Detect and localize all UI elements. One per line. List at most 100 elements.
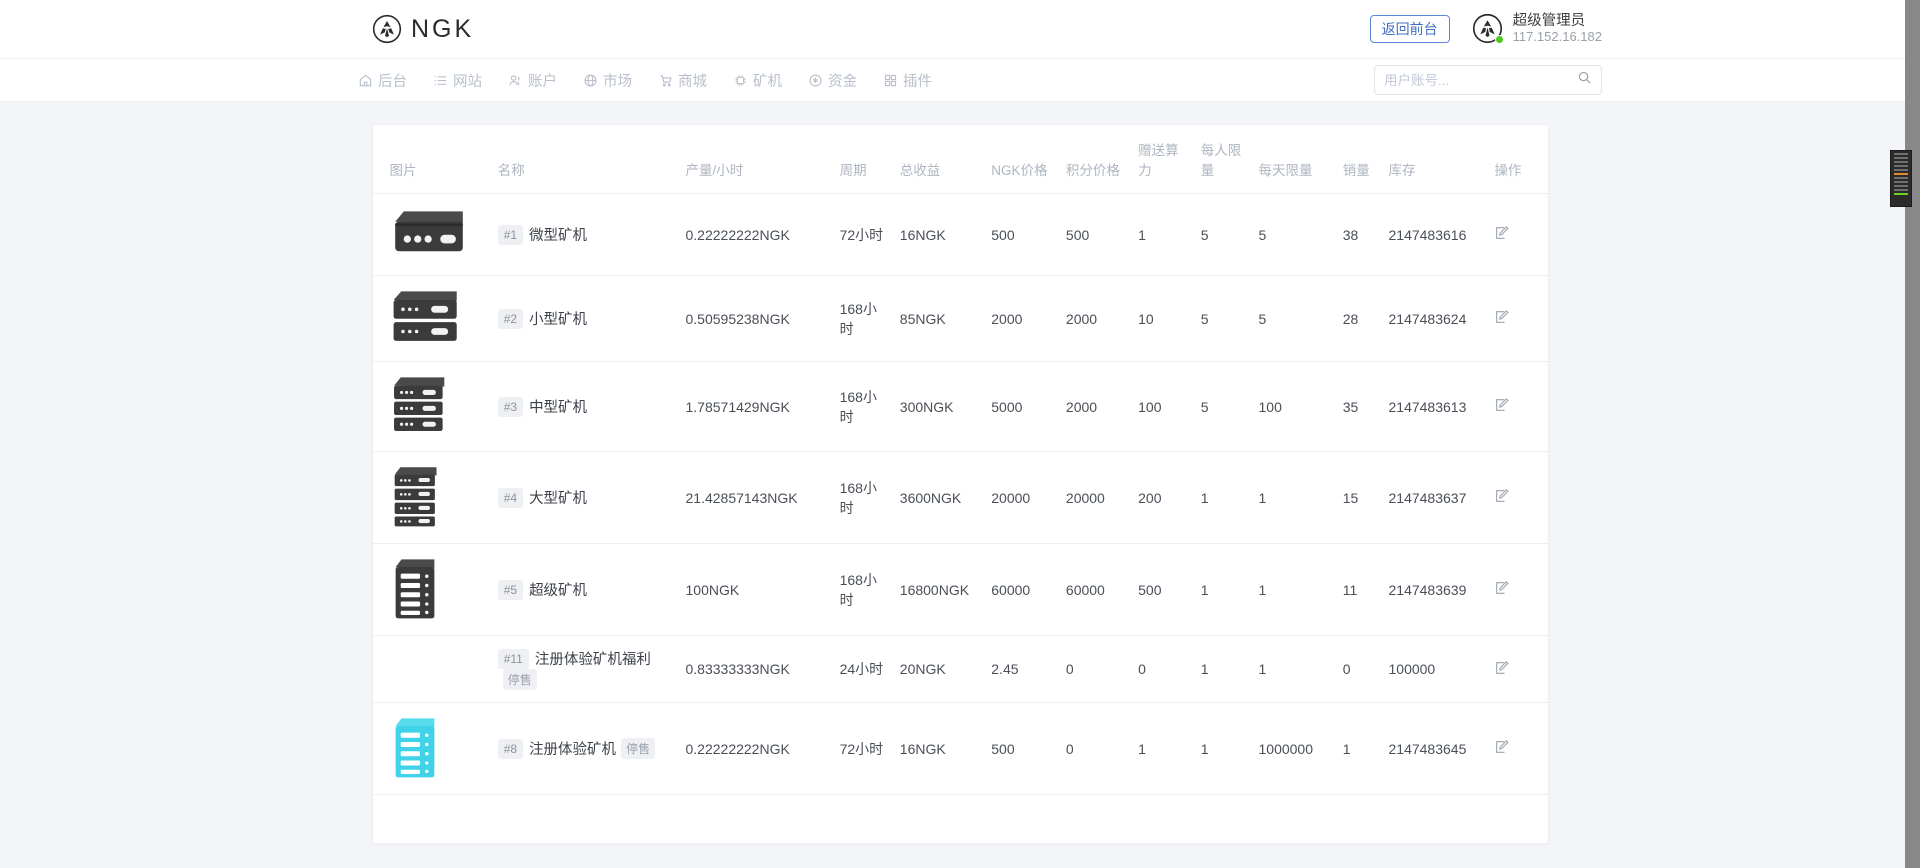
- globe-icon: [583, 73, 598, 88]
- cell-rate: 0.83333333NGK: [686, 636, 840, 703]
- cell-total-income: 16NGK: [900, 703, 991, 795]
- cell-limit-per-person: 1: [1201, 636, 1259, 703]
- minimap-line: [1894, 189, 1908, 191]
- cell-stock: 2147483637: [1389, 452, 1495, 544]
- nav-label: 资金: [828, 70, 857, 91]
- page-scrollbar-thumb[interactable]: [1905, 0, 1920, 868]
- avatar[interactable]: [1472, 13, 1503, 44]
- search-box[interactable]: [1374, 65, 1602, 95]
- nav-label: 账户: [528, 70, 557, 91]
- cell-limit-per-day: 100: [1259, 362, 1343, 452]
- minimap-line: [1894, 185, 1908, 187]
- cell-bonus-power: 0: [1138, 636, 1201, 703]
- user-name: 超级管理员: [1513, 13, 1602, 30]
- miner-id-badge: #5: [498, 580, 523, 600]
- top-header-bar: NGK 返回前台 超级管理员 117.152.16.182: [0, 0, 1920, 58]
- col-header-bonus-power: 赠送算力: [1138, 125, 1201, 194]
- edit-button[interactable]: [1494, 739, 1510, 758]
- miner-3u: [390, 423, 450, 439]
- table-row: #1微型矿机 0.22222222NGK72小时16NGK50050015538…: [373, 194, 1548, 276]
- cell-limit-per-day: 5: [1259, 276, 1343, 362]
- cell-bonus-power: 10: [1138, 276, 1201, 362]
- nav-item-plugins[interactable]: 插件: [883, 70, 932, 91]
- col-header-points-price: 积分价格: [1066, 125, 1138, 194]
- minimap-line: [1894, 157, 1908, 159]
- nav-items: 后台 网站 账户: [358, 70, 932, 91]
- miner-list-card: 图片 名称 产量/小时 周期 总收益 NGK价格 积分价格 赠送算力 每人限量 …: [372, 124, 1549, 844]
- cell-stock: 2147483645: [1389, 703, 1495, 795]
- grid-icon: [883, 73, 898, 88]
- code-minimap-overlay[interactable]: [1890, 150, 1912, 207]
- coin-icon: [808, 73, 823, 88]
- cell-limit-per-person: 5: [1201, 276, 1259, 362]
- header-right-group: 返回前台 超级管理员 117.152.16.182: [1370, 0, 1602, 58]
- cell-name: #11注册体验矿机福利停售: [498, 636, 686, 703]
- back-to-frontend-button[interactable]: 返回前台: [1370, 15, 1450, 43]
- cell-limit-per-person: 5: [1201, 362, 1259, 452]
- col-header-stock: 库存: [1389, 125, 1495, 194]
- cell-image: [373, 362, 498, 452]
- cell-total-income: 85NGK: [900, 276, 991, 362]
- col-header-action: 操作: [1494, 125, 1547, 194]
- nav-item-account[interactable]: 账户: [508, 70, 557, 91]
- nav-item-shop[interactable]: 商城: [658, 70, 707, 91]
- edit-button[interactable]: [1494, 309, 1510, 328]
- cell-action: [1494, 544, 1547, 636]
- col-header-ngk-price: NGK价格: [991, 125, 1066, 194]
- cell-action: [1494, 362, 1547, 452]
- cell-stock: 2147483624: [1389, 276, 1495, 362]
- cell-action: [1494, 636, 1547, 703]
- miner-name: 微型矿机: [529, 228, 587, 244]
- nav-item-miner[interactable]: 矿机: [733, 70, 782, 91]
- table-row: #5超级矿机 100NGK168小时16800NGK60000600005001…: [373, 544, 1548, 636]
- cell-rate: 21.42857143NGK: [686, 452, 840, 544]
- nav-item-backend[interactable]: 后台: [358, 70, 407, 91]
- cell-image: [373, 636, 498, 703]
- search-icon[interactable]: [1577, 70, 1592, 90]
- miner-id-badge: #1: [498, 225, 523, 245]
- cell-ngk-price: 60000: [991, 544, 1066, 636]
- col-header-name: 名称: [498, 125, 686, 194]
- cell-sold: 35: [1343, 362, 1389, 452]
- edit-button[interactable]: [1494, 660, 1510, 679]
- user-profile[interactable]: 超级管理员 117.152.16.182: [1472, 13, 1602, 45]
- cell-period: 24小时: [840, 636, 900, 703]
- table-body: #1微型矿机 0.22222222NGK72小时16NGK50050015538…: [373, 194, 1548, 795]
- miner-4u: [390, 515, 442, 531]
- miner-tower-dark: [390, 607, 440, 623]
- nav-item-website[interactable]: 网站: [433, 70, 482, 91]
- col-header-limit-per-day: 每天限量: [1259, 125, 1343, 194]
- miner-name: 超级矿机: [529, 583, 587, 599]
- page-scrollbar-track[interactable]: [1905, 0, 1920, 868]
- edit-button[interactable]: [1494, 397, 1510, 416]
- cell-rate: 0.50595238NGK: [686, 276, 840, 362]
- minimap-line: [1894, 161, 1908, 163]
- cell-stock: 2147483616: [1389, 194, 1495, 276]
- cell-points-price: 60000: [1066, 544, 1138, 636]
- cell-sold: 0: [1343, 636, 1389, 703]
- cell-stock: 2147483613: [1389, 362, 1495, 452]
- cell-rate: 100NGK: [686, 544, 840, 636]
- miner-name: 小型矿机: [529, 312, 587, 328]
- status-badge: 停售: [503, 669, 537, 690]
- miner-table: 图片 名称 产量/小时 周期 总收益 NGK价格 积分价格 赠送算力 每人限量 …: [373, 125, 1548, 795]
- nav-item-funds[interactable]: 资金: [808, 70, 857, 91]
- cell-limit-per-person: 1: [1201, 703, 1259, 795]
- edit-icon: [1494, 229, 1510, 244]
- edit-button[interactable]: [1494, 580, 1510, 599]
- minimap-line: [1894, 177, 1908, 179]
- edit-icon: [1494, 401, 1510, 416]
- miner-name: 注册体验矿机福利: [535, 652, 651, 668]
- cell-image: [373, 544, 498, 636]
- edit-button[interactable]: [1494, 225, 1510, 244]
- brand-logo[interactable]: NGK: [372, 14, 474, 44]
- cell-bonus-power: 200: [1138, 452, 1201, 544]
- cell-image: [373, 276, 498, 362]
- cell-name: #8注册体验矿机停售: [498, 703, 686, 795]
- cell-period: 72小时: [840, 194, 900, 276]
- table-row: #4大型矿机 21.42857143NGK168小时3600NGK2000020…: [373, 452, 1548, 544]
- minimap-line-highlight: [1894, 193, 1908, 195]
- nav-item-market[interactable]: 市场: [583, 70, 632, 91]
- edit-button[interactable]: [1494, 488, 1510, 507]
- search-input[interactable]: [1384, 73, 1577, 88]
